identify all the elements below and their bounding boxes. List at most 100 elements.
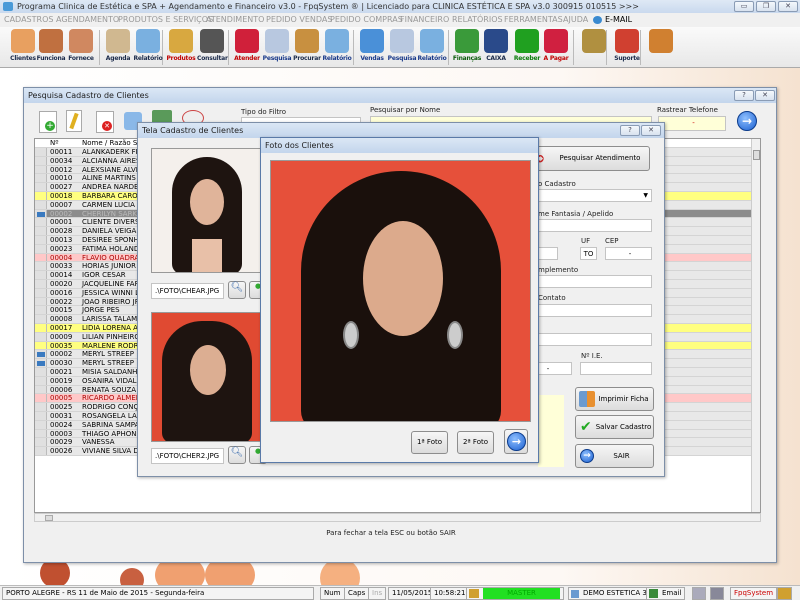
print-sheet-button[interactable]: Imprimir Ficha (575, 387, 654, 411)
scrollbar-thumb[interactable] (753, 150, 760, 160)
toolbar-button-pesquisa[interactable]: Pesquisa (387, 29, 417, 62)
close-button[interactable]: ✕ (755, 90, 775, 101)
toolbar-button-funciona[interactable]: Funciona (36, 29, 66, 62)
close-button[interactable]: ✕ (778, 1, 798, 12)
photo1-path-input[interactable]: .\FOTO\CHEAR.JPG (151, 283, 224, 299)
new-record-icon[interactable]: + (39, 111, 57, 133)
cell-num: 00016 (50, 288, 73, 297)
cell-name: IGOR CESAR (82, 271, 126, 280)
toolbar-button-consultar[interactable]: Consultar (197, 29, 228, 62)
toolbar-button-produtos[interactable]: Produtos (166, 29, 196, 62)
first-photo-button[interactable]: 1ª Foto (411, 431, 448, 454)
row-indicator (35, 306, 47, 315)
complement-input[interactable] (521, 275, 652, 288)
cell-num: 00001 (50, 218, 73, 227)
menu-financeiro[interactable]: FINANCEIRO (400, 13, 449, 27)
toolbar-button-relat-rio[interactable]: Relatório (133, 29, 163, 62)
consultar-icon (200, 29, 224, 53)
toolbar-button-procurar[interactable]: Procurar (292, 29, 322, 62)
cell-num: 00028 (50, 227, 73, 236)
help-button[interactable]: ? (620, 125, 640, 136)
toolbar-button-caixa[interactable]: CAIXA (481, 29, 511, 62)
row-indicator (35, 412, 47, 420)
uf-input[interactable]: TO (580, 247, 597, 260)
cep-input[interactable]: - (605, 247, 652, 260)
cell-name: HORIAS JUNIOR (82, 262, 137, 271)
toolbar-button-clientes[interactable]: Clientes (8, 29, 38, 62)
menu-ferramentas[interactable]: FERRAMENTAS (504, 13, 563, 27)
next-photo-button[interactable]: → (504, 429, 528, 454)
nickname-input[interactable] (521, 219, 652, 232)
toolbar-separator (573, 30, 574, 65)
toolbar-button-suporte[interactable]: Suporte (612, 29, 642, 62)
toolbar-button-extra-20[interactable] (646, 29, 676, 55)
toolbar-button-atender[interactable]: Atender (232, 29, 262, 62)
photo1-search-button[interactable]: 🔍︎ (228, 281, 246, 299)
toolbar-button-pesquisa[interactable]: Pesquisa (262, 29, 292, 62)
search-go-button[interactable]: → (737, 111, 757, 131)
notes-area[interactable] (538, 395, 564, 467)
help-button[interactable]: ? (734, 90, 754, 101)
toolbar-label: Consultar (197, 55, 228, 62)
cell-num: 00015 (50, 306, 73, 315)
toolbar-button-a-pagar[interactable]: A Pagar (541, 29, 571, 62)
menu-cadastros[interactable]: CADASTROS (4, 13, 53, 27)
exit-button[interactable]: → SAIR (575, 444, 654, 468)
close-button[interactable]: ✕ (641, 125, 661, 136)
horizontal-scrollbar[interactable] (34, 513, 761, 522)
network-icon[interactable] (710, 587, 724, 600)
save-button[interactable]: ✔ Salvar Cadastro (575, 415, 654, 439)
menu-pedido-compras[interactable]: PEDIDO COMPRAS (330, 13, 403, 27)
ie-input[interactable] (580, 362, 652, 375)
cell-num: 00013 (50, 236, 73, 244)
cell-num: 00010 (50, 174, 73, 183)
menu-email[interactable]: E-MAIL (605, 13, 632, 27)
toolbar-button-fornece[interactable]: Fornece (66, 29, 96, 62)
contact-input[interactable] (521, 304, 652, 317)
printer-icon[interactable] (692, 587, 706, 600)
menu-ajuda[interactable]: AJUDA (563, 13, 588, 27)
menu-relatorios[interactable]: RELATÓRIOS (452, 13, 503, 27)
status-email[interactable]: Email (646, 587, 686, 600)
cell-name: JORGE PES (82, 306, 120, 315)
window-title: Tela Cadastro de Clientes (138, 123, 664, 138)
second-photo-button[interactable]: 2ª Foto (457, 431, 494, 454)
menu-produtos[interactable]: PRODUTOS E SERVIÇOS (118, 13, 213, 27)
toolbar-button-relat-rio[interactable]: Relatório (417, 29, 447, 62)
register-type-select[interactable]: ▼ (521, 189, 652, 202)
row-indicator (35, 218, 47, 227)
toolbar-label: Vendas (360, 55, 384, 62)
photo2-path-input[interactable]: .\FOTO\CHER2.JPG (151, 448, 224, 464)
photo-indicator-icon (37, 352, 45, 358)
toolbar-button-vendas[interactable]: Vendas (357, 29, 387, 62)
toolbar-label: Atender (234, 55, 260, 62)
extra-input[interactable] (521, 333, 652, 346)
restore-button[interactable]: ❐ (756, 1, 776, 12)
cell-name: VANESSA (82, 438, 115, 447)
produtos-icon (169, 29, 193, 53)
toolbar-button-relat-rio[interactable]: Relatório (322, 29, 352, 62)
funciona-icon (39, 29, 63, 53)
button-label: SAIR (613, 452, 630, 460)
photo2-search-button[interactable]: 🔍︎ (228, 446, 246, 464)
vertical-scrollbar[interactable] (751, 139, 760, 512)
toolbar-button-finan-as[interactable]: Finanças (452, 29, 482, 62)
edit-icon[interactable] (66, 110, 82, 132)
menu-agendamento[interactable]: AGENDAMENTO (56, 13, 119, 27)
row-indicator (35, 200, 47, 209)
receber-icon (515, 29, 539, 53)
search-service-button[interactable]: ➲ Pesquisar Atendimento (530, 146, 650, 171)
toolbar-button-extra-18[interactable] (579, 29, 609, 55)
toolbar-button-receber[interactable]: Receber (512, 29, 542, 62)
scrollbar-thumb[interactable] (45, 515, 53, 521)
column-header-number[interactable]: Nº (48, 139, 81, 148)
menu-atendimento[interactable]: ATENDIMENTO (206, 13, 264, 27)
minimize-button[interactable]: ▭ (734, 1, 754, 12)
row-indicator (35, 376, 47, 385)
toolbar-separator (228, 30, 229, 65)
menu-pedido-vendas[interactable]: PEDIDO VENDAS (266, 13, 332, 27)
phone-track-input[interactable]: - (658, 116, 726, 131)
suporte-icon (615, 29, 639, 53)
delete-icon[interactable]: ✕ (96, 111, 114, 133)
toolbar-button-agenda[interactable]: Agenda (103, 29, 133, 62)
